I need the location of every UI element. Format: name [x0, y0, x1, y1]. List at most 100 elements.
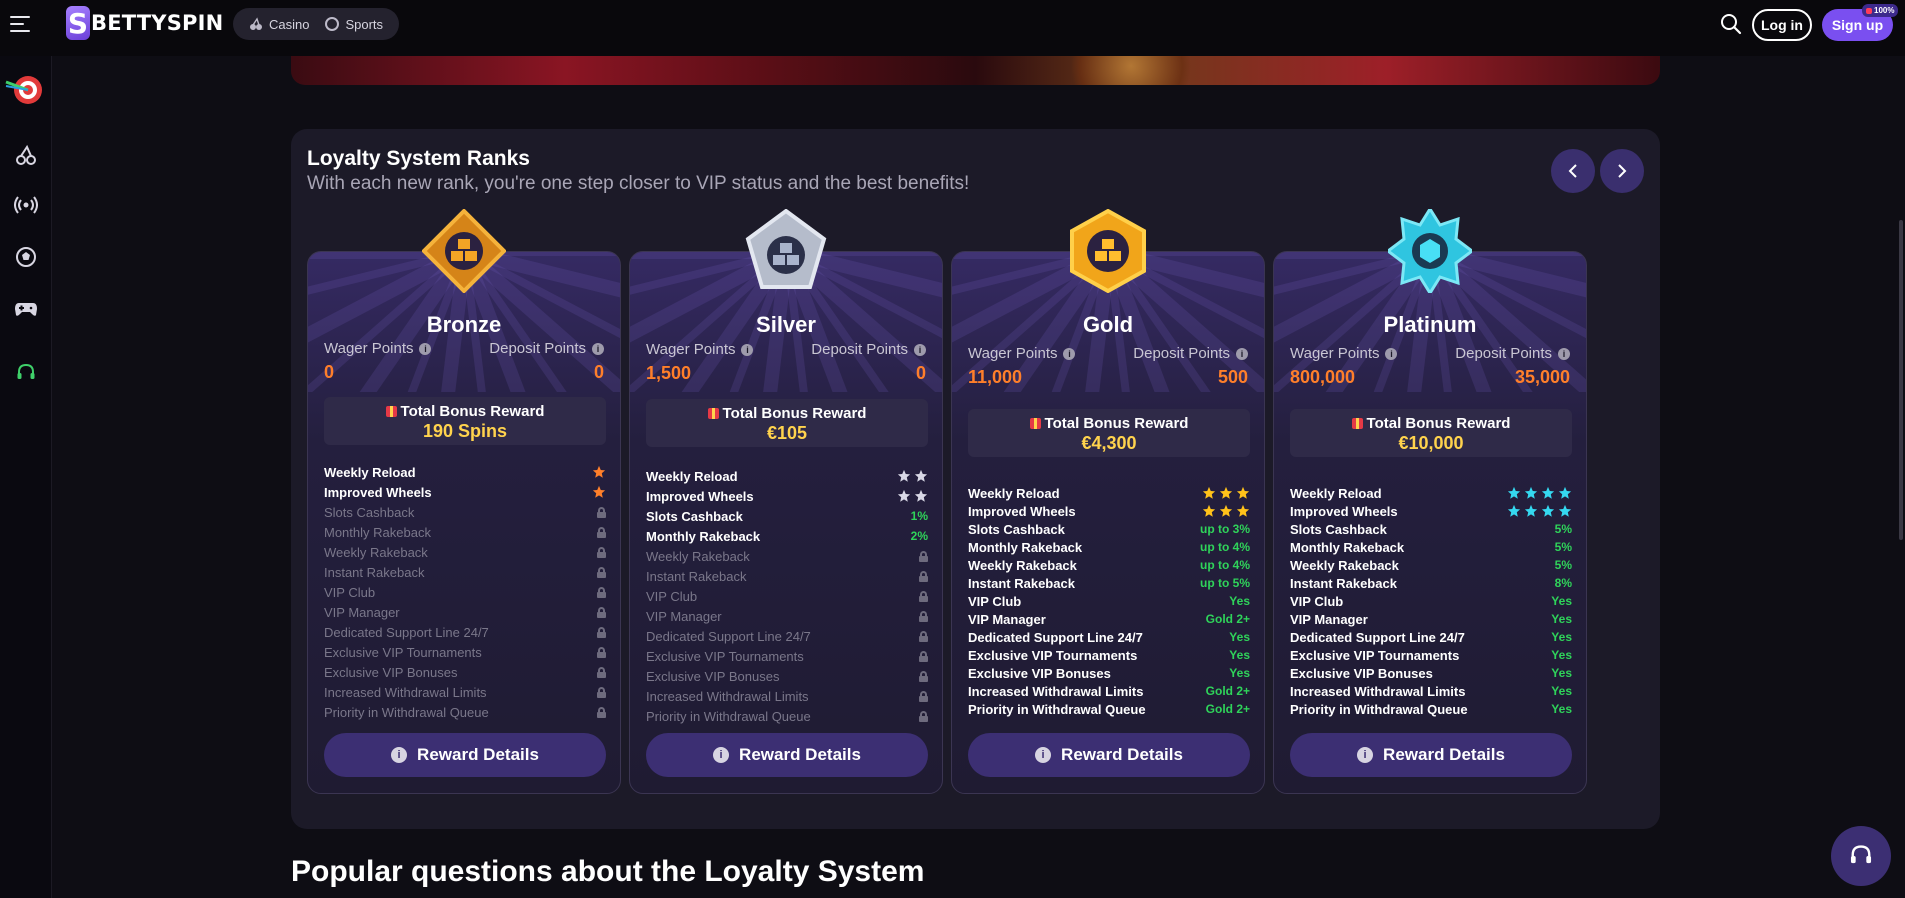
benefit-label: Increased Withdrawal Limits: [1290, 683, 1466, 699]
headset-icon: [1850, 845, 1872, 864]
wager-points-value: 11,000: [968, 367, 1023, 387]
benefit-label: Instant Rakeback: [968, 575, 1075, 591]
tab-sports[interactable]: Sports: [317, 17, 391, 32]
reward-details-label: Reward Details: [1061, 745, 1183, 764]
benefit-label: Instant Rakeback: [646, 568, 747, 584]
star-icon: [914, 489, 928, 502]
deposit-label-text: Deposit Points: [1455, 345, 1552, 362]
benefit-value: up to 5%: [1200, 576, 1250, 590]
lock-icon: [919, 670, 928, 682]
benefit-row: Slots Cashback: [324, 502, 606, 522]
rank-card-bronze: Bronze Wager Points i Deposit Points i 0 0 Tot…: [307, 251, 621, 794]
sidebar-item-sports[interactable]: [7, 238, 45, 276]
benefit-row: VIP Club: [646, 586, 928, 606]
total-bonus-box: Total Bonus Reward €105: [646, 399, 928, 447]
bonus-title-text: Total Bonus Reward: [400, 403, 545, 420]
star-icon: [1236, 486, 1250, 499]
benefit-value: Yes: [1229, 666, 1250, 680]
benefit-list: Weekly Reload Improved Wheels Slots Cashba…: [968, 484, 1250, 718]
target-dart-icon[interactable]: [4, 72, 44, 108]
chevron-right-icon: [1618, 164, 1627, 178]
benefit-label: Exclusive VIP Bonuses: [324, 664, 458, 680]
benefit-stars: [592, 465, 606, 479]
info-icon[interactable]: i: [1558, 347, 1570, 360]
total-bonus-box: Total Bonus Reward 190 Spins: [324, 397, 606, 445]
info-icon[interactable]: i: [1385, 347, 1398, 360]
benefit-row: Increased Withdrawal Limits Yes: [1290, 682, 1572, 700]
bonus-title-text: Total Bonus Reward: [1044, 415, 1189, 432]
benefit-row: VIP Manager Gold 2+: [968, 610, 1250, 628]
lock-icon: [597, 566, 606, 578]
reward-details-button[interactable]: i Reward Details: [968, 733, 1250, 777]
benefit-row: Improved Wheels: [1290, 502, 1572, 520]
reward-details-button[interactable]: i Reward Details: [1290, 733, 1572, 777]
benefit-row: Exclusive VIP Bonuses Yes: [968, 664, 1250, 682]
info-icon[interactable]: i: [914, 343, 926, 356]
deposit-points-value: 0: [593, 362, 604, 382]
benefit-label: VIP Manager: [324, 604, 400, 620]
star-icon: [1507, 486, 1521, 499]
sidebar-item-games[interactable]: [7, 290, 45, 328]
reward-details-button[interactable]: i Reward Details: [324, 733, 606, 777]
benefit-label: Exclusive VIP Tournaments: [646, 648, 804, 664]
sidebar-item-support[interactable]: [7, 354, 45, 392]
page-scrollbar[interactable]: [1899, 220, 1903, 540]
info-icon[interactable]: i: [419, 342, 432, 355]
star-icon: [1236, 504, 1250, 517]
benefit-row: Exclusive VIP Bonuses: [646, 666, 928, 686]
benefit-row: Priority in Withdrawal Queue: [646, 706, 928, 726]
wager-points-label: Wager Points i: [324, 340, 432, 357]
info-icon[interactable]: i: [592, 342, 604, 355]
benefit-value: Yes: [1551, 684, 1572, 698]
benefit-label: VIP Manager: [646, 608, 722, 624]
benefit-row: Exclusive VIP Bonuses: [324, 662, 606, 682]
signup-bonus-badge: 100%: [1862, 4, 1899, 17]
benefit-row: Weekly Rakeback 5%: [1290, 556, 1572, 574]
benefit-stars: [1202, 486, 1250, 500]
benefit-row: VIP Manager Yes: [1290, 610, 1572, 628]
carousel-next-button[interactable]: [1600, 149, 1644, 193]
benefit-row: Exclusive VIP Bonuses Yes: [1290, 664, 1572, 682]
benefit-label: Monthly Rakeback: [1290, 539, 1405, 555]
benefit-row: Exclusive VIP Tournaments: [646, 646, 928, 666]
star-icon: [1219, 486, 1233, 499]
benefit-value: Gold 2+: [1205, 612, 1250, 626]
info-icon[interactable]: i: [1063, 347, 1076, 360]
benefit-row: Dedicated Support Line 24/7 Yes: [1290, 628, 1572, 646]
benefit-label: VIP Manager: [968, 611, 1046, 627]
info-icon[interactable]: i: [741, 343, 754, 356]
star-icon: [1558, 504, 1572, 517]
benefit-label: Weekly Reload: [646, 468, 738, 484]
sidebar-item-live[interactable]: [7, 186, 45, 224]
rank-badge-platinum-icon: [1385, 206, 1475, 296]
carousel-prev-button[interactable]: [1551, 149, 1595, 193]
reward-details-button[interactable]: i Reward Details: [646, 733, 928, 777]
tab-casino[interactable]: Casino: [241, 17, 317, 32]
lock-icon: [597, 606, 606, 618]
gift-icon: [1866, 7, 1872, 14]
promo-banner[interactable]: [291, 56, 1660, 85]
search-icon[interactable]: [1720, 13, 1742, 35]
lock-icon: [919, 690, 928, 702]
logo[interactable]: S BETTYSPIN: [66, 5, 223, 41]
benefit-label: Exclusive VIP Bonuses: [1290, 665, 1433, 681]
live-support-button[interactable]: [1831, 826, 1891, 886]
benefit-row: Exclusive VIP Tournaments Yes: [968, 646, 1250, 664]
info-icon[interactable]: i: [1236, 347, 1248, 360]
bonus-title: Total Bonus Reward: [646, 405, 928, 422]
tab-casino-label: Casino: [269, 16, 310, 32]
wager-points-label: Wager Points i: [646, 341, 754, 358]
sidebar-item-casino[interactable]: [7, 136, 45, 174]
benefit-row: Weekly Rakeback up to 4%: [968, 556, 1250, 574]
star-icon: [1541, 486, 1555, 499]
benefit-value: 5%: [1554, 540, 1572, 554]
benefit-label: Priority in Withdrawal Queue: [324, 704, 489, 720]
benefit-label: Dedicated Support Line 24/7: [324, 624, 489, 640]
star-icon: [1524, 486, 1538, 499]
lock-icon: [597, 646, 606, 658]
benefit-row: Instant Rakeback up to 5%: [968, 574, 1250, 592]
hamburger-menu-icon[interactable]: [10, 16, 30, 32]
login-button[interactable]: Log in: [1752, 9, 1812, 41]
benefit-label: Priority in Withdrawal Queue: [646, 708, 811, 724]
star-icon: [1202, 486, 1216, 499]
